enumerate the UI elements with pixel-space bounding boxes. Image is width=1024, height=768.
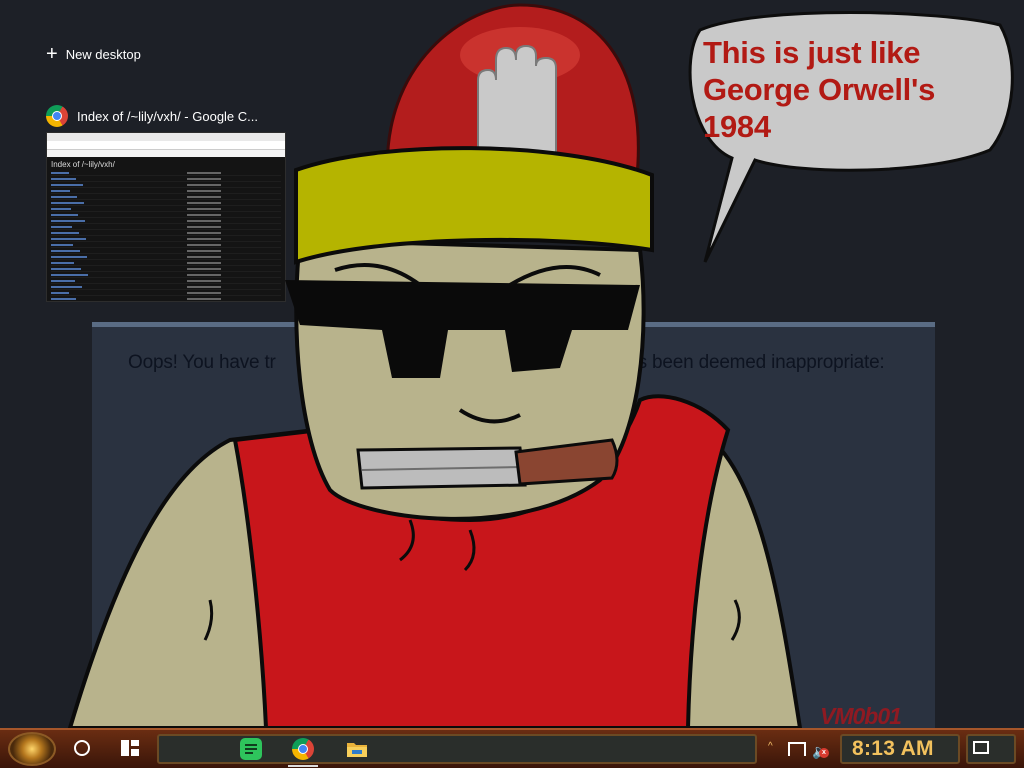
speech-text: This is just like George Orwell's 1984 xyxy=(703,34,993,145)
speech-line-3: 1984 xyxy=(703,109,771,144)
show-hidden-icons-chevron[interactable]: ^ xyxy=(768,742,778,752)
file-explorer-icon[interactable] xyxy=(346,738,368,760)
task-view-icon[interactable] xyxy=(121,740,139,756)
taskbar-clock[interactable]: 8:13 AM xyxy=(852,737,934,761)
mute-badge-icon: x xyxy=(819,748,829,758)
start-button[interactable] xyxy=(8,732,56,766)
speech-line-2: George Orwell's xyxy=(703,72,936,107)
artist-signature: VM0b01 xyxy=(820,703,902,729)
speech-line-1: This is just like xyxy=(703,35,921,70)
taskbar: ^ 🔈 x 8:13 AM xyxy=(0,728,1024,768)
sticky-notes-icon[interactable] xyxy=(240,738,262,760)
chrome-icon[interactable] xyxy=(288,738,318,767)
cortana-circle-icon[interactable] xyxy=(74,740,90,756)
action-center-icon[interactable] xyxy=(973,741,989,754)
network-icon[interactable] xyxy=(788,742,806,756)
